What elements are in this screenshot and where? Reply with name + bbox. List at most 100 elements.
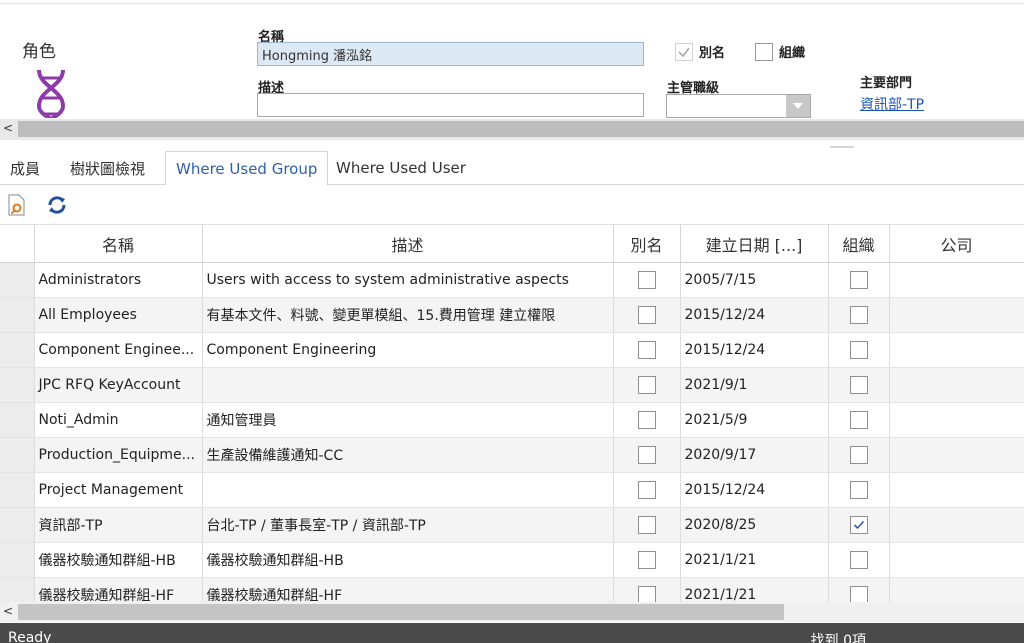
cell-created-date[interactable]: 2020/8/25	[680, 507, 829, 543]
cell-org[interactable]	[828, 262, 890, 298]
cell-created-date[interactable]: 2005/7/15	[680, 262, 829, 298]
table-row[interactable]: Project Management 2015/12/24	[0, 472, 1024, 508]
column-header-created-date[interactable]: 建立日期 [...]	[680, 224, 829, 263]
table-row[interactable]: All Employees 有基本文件、料號、變更單模組、15.費用管理 建立權限…	[0, 297, 1024, 333]
cell-created-date[interactable]: 2020/9/17	[680, 437, 829, 473]
table-row[interactable]: 儀器校驗通知群組-HF 儀器校驗通知群組-HF 2021/1/21	[0, 577, 1024, 602]
column-header-description[interactable]: 描述	[202, 224, 614, 263]
org-cell-checkbox[interactable]	[849, 271, 868, 289]
cell-company[interactable]	[889, 297, 1024, 333]
cell-name[interactable]: Noti_Admin	[34, 402, 203, 438]
table-row[interactable]: Administrators Users with access to syste…	[0, 262, 1024, 298]
org-cell-checkbox[interactable]	[849, 376, 868, 394]
description-input[interactable]	[257, 93, 644, 117]
row-selector[interactable]	[0, 507, 35, 543]
alias-cell-checkbox[interactable]	[637, 341, 656, 359]
org-cell-checkbox[interactable]	[849, 411, 868, 429]
cell-company[interactable]	[889, 542, 1024, 578]
cell-description[interactable]: 儀器校驗通知群組-HF	[202, 577, 614, 602]
cell-company[interactable]	[889, 437, 1024, 473]
org-checkbox-group[interactable]: 組織	[755, 42, 805, 61]
scrollbar-thumb[interactable]	[18, 121, 1024, 137]
cell-name[interactable]: Production_Equipme...	[34, 437, 203, 473]
cell-created-date[interactable]: 2015/12/24	[680, 297, 829, 333]
org-cell-checkbox[interactable]	[849, 341, 868, 359]
cell-company[interactable]	[889, 402, 1024, 438]
tab-where-used-user[interactable]: Where Used User	[326, 151, 476, 185]
cell-description[interactable]: Users with access to system administrati…	[202, 262, 614, 298]
cell-alias[interactable]	[613, 262, 681, 298]
cell-org[interactable]	[828, 542, 890, 578]
primary-dept-link[interactable]: 資訊部-TP	[860, 94, 924, 114]
cell-alias[interactable]	[613, 437, 681, 473]
cell-company[interactable]	[889, 262, 1024, 298]
scroll-left-icon[interactable]: <	[3, 121, 13, 135]
cell-alias[interactable]	[613, 472, 681, 508]
org-cell-checkbox[interactable]	[849, 306, 868, 324]
cell-company[interactable]	[889, 507, 1024, 543]
scrollbar-thumb[interactable]	[18, 604, 784, 620]
row-selector[interactable]	[0, 262, 35, 298]
cell-name[interactable]: JPC RFQ KeyAccount	[34, 367, 203, 403]
cell-description[interactable]: 有基本文件、料號、變更單模組、15.費用管理 建立權限	[202, 297, 614, 333]
cell-org[interactable]	[828, 332, 890, 368]
tab-where-used-group[interactable]: Where Used Group	[165, 151, 329, 186]
cell-company[interactable]	[889, 472, 1024, 508]
alias-checkbox-group[interactable]: 別名	[675, 42, 725, 61]
name-input[interactable]	[257, 42, 644, 66]
org-cell-checkbox[interactable]	[849, 586, 868, 602]
cell-alias[interactable]	[613, 577, 681, 602]
cell-company[interactable]	[889, 367, 1024, 403]
cell-org[interactable]	[828, 367, 890, 403]
manager-level-select[interactable]	[666, 94, 811, 118]
cell-company[interactable]	[889, 332, 1024, 368]
alias-cell-checkbox[interactable]	[637, 271, 656, 289]
org-cell-checkbox[interactable]	[849, 481, 868, 499]
cell-name[interactable]: 資訊部-TP	[34, 507, 203, 543]
cell-description[interactable]: 通知管理員	[202, 402, 614, 438]
cell-description[interactable]	[202, 367, 614, 403]
alias-cell-checkbox[interactable]	[637, 551, 656, 569]
cell-name[interactable]: All Employees	[34, 297, 203, 333]
row-selector[interactable]	[0, 542, 35, 578]
cell-name[interactable]: 儀器校驗通知群組-HB	[34, 542, 203, 578]
table-row[interactable]: Noti_Admin 通知管理員 2021/5/9	[0, 402, 1024, 438]
refresh-icon[interactable]	[46, 194, 68, 216]
table-row[interactable]: Component Enginee... Component Engineerin…	[0, 332, 1024, 368]
scroll-left-icon[interactable]: <	[3, 604, 13, 618]
cell-created-date[interactable]: 2021/1/21	[680, 577, 829, 602]
cell-alias[interactable]	[613, 542, 681, 578]
cell-alias[interactable]	[613, 332, 681, 368]
cell-name[interactable]: Project Management	[34, 472, 203, 508]
alias-cell-checkbox[interactable]	[637, 516, 656, 534]
alias-checkbox[interactable]	[675, 42, 693, 61]
cell-org[interactable]	[828, 507, 890, 543]
alias-cell-checkbox[interactable]	[637, 306, 656, 324]
grid-horizontal-scrollbar[interactable]: <	[0, 602, 1024, 622]
cell-description[interactable]: 儀器校驗通知群組-HB	[202, 542, 614, 578]
dropdown-button[interactable]	[786, 95, 810, 117]
cell-name[interactable]: Component Enginee...	[34, 332, 203, 368]
cell-org[interactable]	[828, 577, 890, 602]
row-selector[interactable]	[0, 367, 35, 403]
cell-alias[interactable]	[613, 367, 681, 403]
alias-cell-checkbox[interactable]	[637, 376, 656, 394]
cell-description[interactable]: 生產設備維護通知-CC	[202, 437, 614, 473]
cell-alias[interactable]	[613, 297, 681, 333]
cell-company[interactable]	[889, 577, 1024, 602]
table-row[interactable]: JPC RFQ KeyAccount 2021/9/1	[0, 367, 1024, 403]
cell-name[interactable]: Administrators	[34, 262, 203, 298]
cell-org[interactable]	[828, 297, 890, 333]
alias-cell-checkbox[interactable]	[637, 411, 656, 429]
org-cell-checkbox[interactable]	[849, 551, 868, 569]
cell-description[interactable]	[202, 472, 614, 508]
cell-created-date[interactable]: 2015/12/24	[680, 472, 829, 508]
form-horizontal-scrollbar[interactable]: <	[0, 119, 1024, 140]
org-cell-checkbox[interactable]	[849, 446, 868, 464]
column-header-org[interactable]: 組織	[828, 224, 890, 263]
cell-created-date[interactable]: 2021/9/1	[680, 367, 829, 403]
cell-created-date[interactable]: 2021/5/9	[680, 402, 829, 438]
table-row[interactable]: 資訊部-TP 台北-TP / 董事長室-TP / 資訊部-TP 2020/8/25	[0, 507, 1024, 543]
table-row[interactable]: Production_Equipme... 生產設備維護通知-CC 2020/9/1…	[0, 437, 1024, 473]
search-document-icon[interactable]	[6, 194, 28, 216]
